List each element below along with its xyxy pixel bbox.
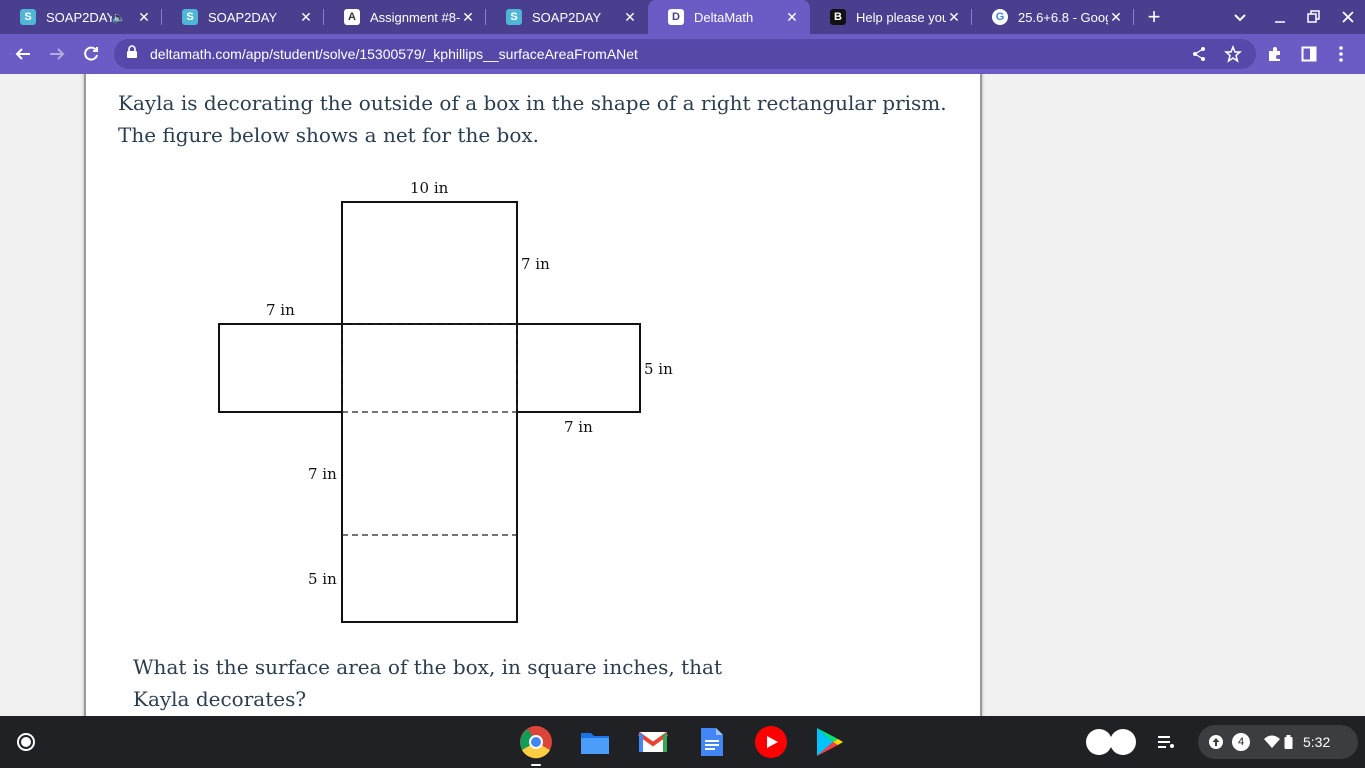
net-face-left (218, 323, 343, 413)
net-face-right (516, 323, 641, 413)
tab-title: DeltaMath (694, 9, 754, 25)
wifi-icon (1264, 735, 1280, 749)
close-tab-icon[interactable]: ✕ (136, 9, 152, 26)
browser-toolbar: deltamath.com/app/student/solve/15300579… (0, 34, 1365, 74)
label-lower-left-7: 7 in (308, 465, 337, 483)
tab-2[interactable]: S SOAP2DAY ✕ (162, 0, 324, 34)
tab-title: SOAP2DAY (46, 9, 113, 25)
clipboard-icon[interactable] (1150, 725, 1182, 759)
lock-icon[interactable] (126, 44, 138, 64)
youtube-icon[interactable] (753, 724, 789, 760)
files-icon[interactable] (577, 724, 613, 760)
play-store-icon[interactable] (811, 724, 847, 760)
soap2day-favicon-icon: S (506, 9, 522, 25)
brainly-favicon-icon: B (830, 9, 846, 25)
avatar (1110, 729, 1136, 755)
tab-search-icon[interactable] (1230, 0, 1250, 34)
soap2day-favicon-icon: S (182, 9, 198, 25)
question-line-2: Kayla decorates? (133, 687, 307, 711)
close-tab-icon[interactable]: ✕ (946, 9, 962, 26)
address-bar[interactable]: deltamath.com/app/student/solve/15300579… (114, 39, 1256, 69)
menu-kebab-icon[interactable] (1326, 39, 1356, 69)
question-text: What is the surface area of the box, in … (133, 651, 733, 715)
restore-icon[interactable] (1306, 0, 1322, 34)
status-tray[interactable]: 4 5:32 (1198, 725, 1358, 759)
extensions-icon[interactable] (1260, 39, 1290, 69)
minimize-icon[interactable] (1272, 0, 1288, 34)
net-face-top (341, 201, 518, 325)
tab-title: Assignment #8- (370, 9, 460, 25)
net-face-lower (341, 412, 518, 623)
google-favicon-icon: G (992, 9, 1008, 25)
holding-space-icon (1086, 729, 1112, 755)
running-indicator (531, 764, 541, 766)
gmail-icon[interactable] (635, 724, 671, 760)
new-tab-icon[interactable]: + (1140, 3, 1168, 31)
reload-icon[interactable] (74, 38, 108, 70)
notification-count-badge: 4 (1232, 733, 1250, 751)
label-lower-left-5: 5 in (308, 570, 337, 588)
question-line-1: What is the surface area of the box, in … (133, 655, 722, 679)
label-right-side: 5 in (644, 360, 673, 378)
forward-icon[interactable] (40, 38, 74, 70)
close-tab-icon[interactable]: ✕ (622, 9, 638, 26)
tab-4[interactable]: S SOAP2DAY ✕ (486, 0, 648, 34)
close-tab-icon[interactable]: ✕ (784, 9, 800, 26)
tab-6[interactable]: B Help please you ✕ (810, 0, 972, 34)
label-right-bottom: 7 in (564, 418, 593, 436)
chrome-icon[interactable] (518, 724, 554, 760)
problem-card: Kayla is decorating the outside of a box… (84, 74, 982, 716)
close-tab-icon[interactable]: ✕ (460, 9, 476, 26)
label-left-top: 7 in (266, 301, 295, 319)
bookmark-star-icon[interactable] (1218, 39, 1248, 69)
audio-playing-icon[interactable]: 🔈 (112, 11, 126, 24)
tab-1[interactable]: S SOAP2DAY 🔈 ✕ (0, 0, 162, 34)
tab-deltamath[interactable]: D DeltaMath ✕ (648, 0, 810, 34)
phone-hub-icon[interactable] (1086, 725, 1138, 759)
tab-3[interactable]: A Assignment #8- ✕ (324, 0, 486, 34)
battery-icon (1284, 735, 1293, 749)
label-top-width: 10 in (410, 179, 449, 197)
docs-icon[interactable] (694, 724, 730, 760)
tab-strip: S SOAP2DAY 🔈 ✕ S SOAP2DAY ✕ A Assignment… (0, 0, 1365, 34)
close-tab-icon[interactable]: ✕ (298, 9, 314, 26)
close-tab-icon[interactable]: ✕ (1108, 9, 1124, 26)
tab-title: Help please you (856, 9, 946, 25)
label-top-right: 7 in (521, 255, 550, 273)
back-icon[interactable] (6, 38, 40, 70)
chromeos-shelf: 4 5:32 (0, 716, 1365, 768)
close-window-icon[interactable] (1340, 0, 1356, 34)
classroom-favicon-icon: A (344, 9, 360, 25)
tab-title: 25.6+6.8 - Googl (1018, 9, 1108, 25)
tab-7[interactable]: G 25.6+6.8 - Googl ✕ (972, 0, 1134, 34)
deltamath-favicon-icon: D (668, 9, 684, 25)
tab-separator (1133, 9, 1134, 25)
upload-icon (1208, 734, 1224, 750)
soap2day-favicon-icon: S (20, 9, 36, 25)
url-text[interactable]: deltamath.com/app/student/solve/15300579… (150, 46, 638, 62)
tab-title: SOAP2DAY (208, 9, 278, 25)
launcher-icon[interactable] (10, 726, 42, 758)
box-net-figure: 10 in 7 in 7 in 5 in 7 in 7 in 5 in (218, 179, 673, 623)
tab-title: SOAP2DAY (532, 9, 602, 25)
page-content: Kayla is decorating the outside of a box… (0, 74, 1365, 716)
clock-time: 5:32 (1303, 734, 1331, 750)
side-panel-icon[interactable] (1294, 39, 1324, 69)
share-icon[interactable] (1184, 39, 1214, 69)
